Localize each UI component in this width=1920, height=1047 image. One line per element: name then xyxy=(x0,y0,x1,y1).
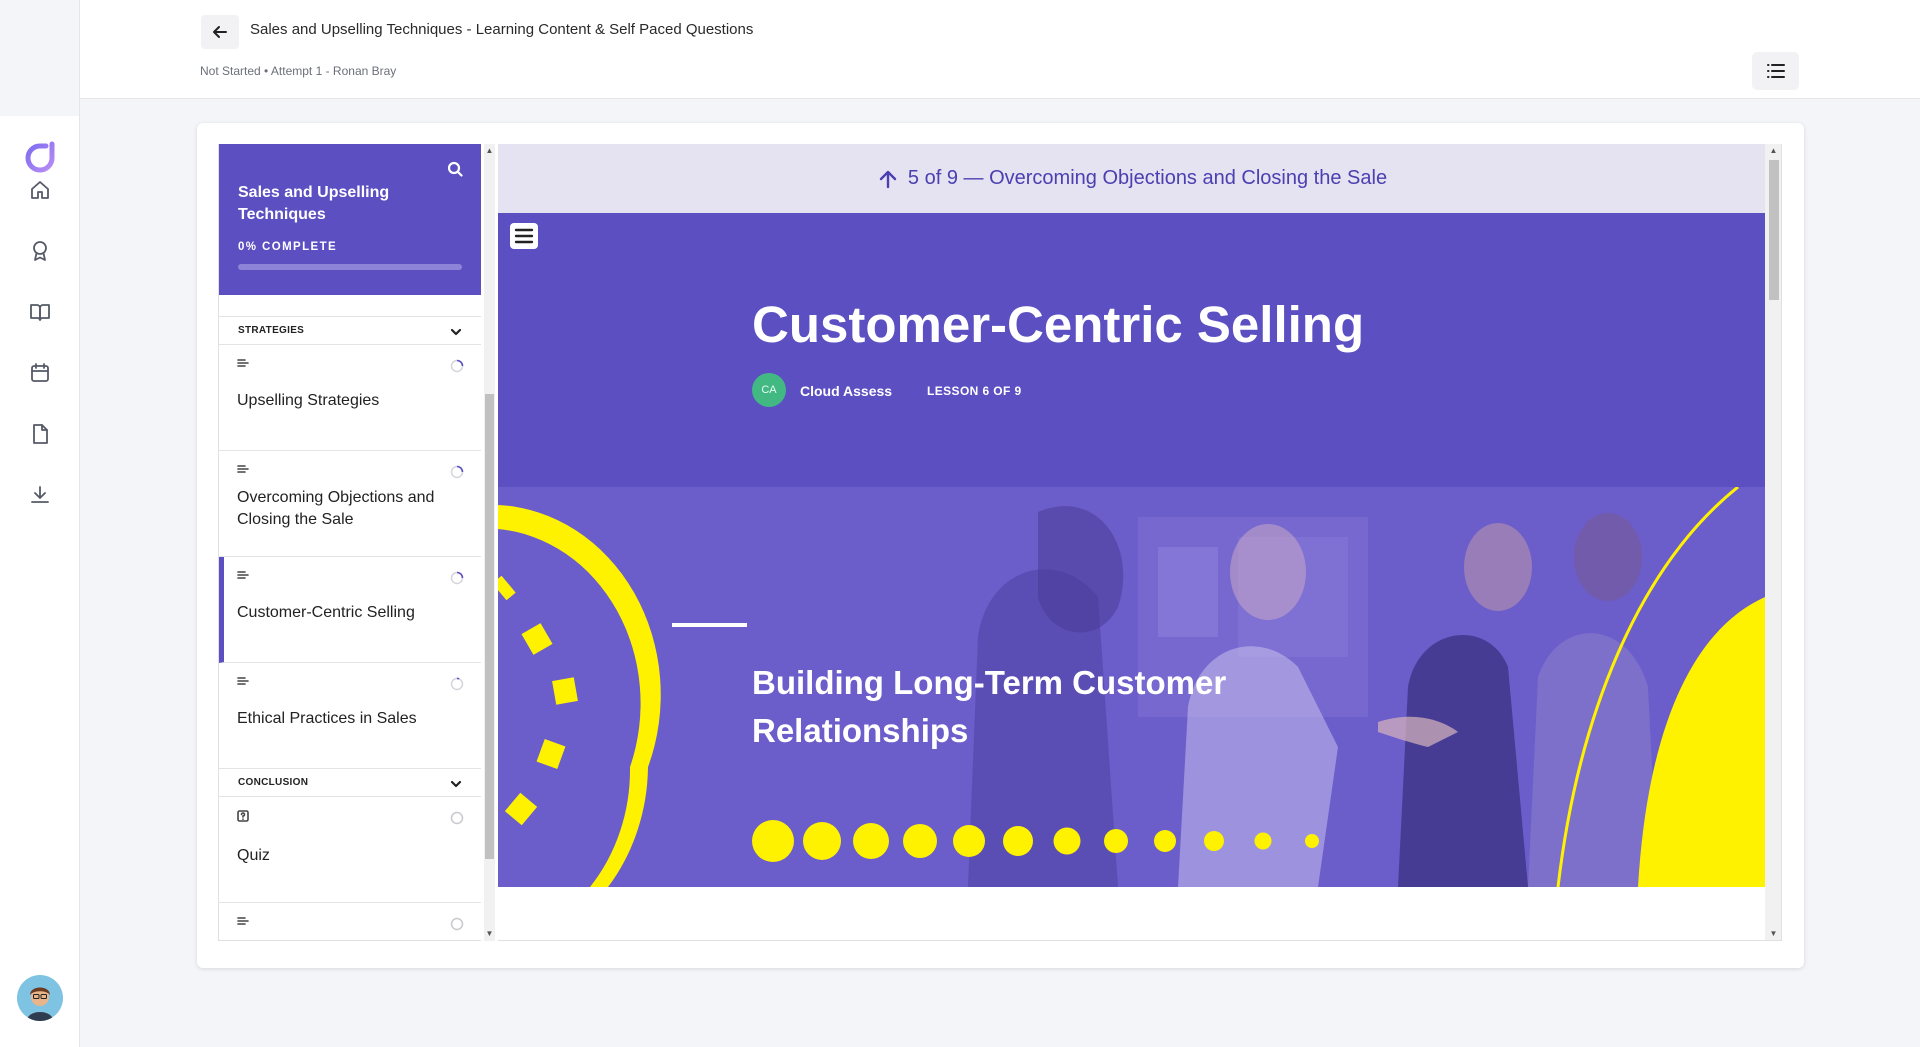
progress-ring-icon xyxy=(450,677,464,691)
list-icon xyxy=(1766,64,1785,78)
page-title: Sales and Upselling Techniques - Learnin… xyxy=(250,21,754,38)
course-header: Sales and Upselling Techniques 0% COMPLE… xyxy=(219,144,481,295)
text-lesson-icon xyxy=(237,357,249,369)
lesson-banner-image: Building Long-Term Customer Relationship… xyxy=(498,487,1765,887)
scroll-down-arrow[interactable]: ▼ xyxy=(1769,929,1778,939)
scroll-up-arrow[interactable]: ▲ xyxy=(485,146,494,156)
author-name: Cloud Assess xyxy=(800,383,893,399)
section-strategies[interactable]: STRATEGIES xyxy=(219,316,481,345)
section-conclusion[interactable]: CONCLUSION xyxy=(219,768,481,797)
arrow-left-icon xyxy=(213,26,227,38)
rail-top-spacer xyxy=(0,0,79,116)
book-icon[interactable] xyxy=(26,298,54,326)
progress-ring-icon xyxy=(450,571,464,585)
chevron-down-icon xyxy=(450,325,462,337)
lesson-hero: Customer-Centric Selling CA Cloud Assess… xyxy=(498,213,1765,487)
lesson-counter: LESSON 6 OF 9 xyxy=(927,384,1022,398)
section-label: CONCLUSION xyxy=(238,777,309,788)
lesson-item-quiz[interactable]: Quiz xyxy=(219,797,481,903)
progress-ring-icon xyxy=(450,465,464,479)
attempt-status: Not Started • Attempt 1 - Ronan Bray xyxy=(200,64,397,78)
progress-bar xyxy=(238,264,462,270)
banner-divider xyxy=(672,623,747,627)
lesson-title: Overcoming Objections and Closing the Sa… xyxy=(237,489,435,528)
lesson-title: Upselling Strategies xyxy=(237,392,380,409)
status-ring-icon xyxy=(450,811,464,825)
course-title: Sales and Upselling Techniques xyxy=(238,184,390,223)
lesson-item-next[interactable] xyxy=(219,903,481,940)
section-label: STRATEGIES xyxy=(238,325,305,336)
author-avatar: CA xyxy=(752,373,786,407)
text-lesson-icon xyxy=(237,569,249,581)
lesson-item-customer-centric-selling[interactable]: Customer-Centric Selling xyxy=(219,557,481,663)
lesson-item-upselling-strategies[interactable]: Upselling Strategies xyxy=(219,345,481,451)
progress-label: 0% COMPLETE xyxy=(238,241,338,253)
previous-lesson-link[interactable]: 5 of 9 — Overcoming Objections and Closi… xyxy=(498,144,1765,213)
outline-menu-button[interactable] xyxy=(1752,52,1799,90)
lesson-title: Customer-Centric Selling xyxy=(752,296,1365,353)
lesson-title: Ethical Practices in Sales xyxy=(237,710,417,727)
lesson-item-overcoming-objections[interactable]: Overcoming Objections and Closing the Sa… xyxy=(219,451,481,557)
user-avatar[interactable] xyxy=(17,975,63,1021)
scroll-up-arrow[interactable]: ▲ xyxy=(1769,146,1778,156)
scroll-down-arrow[interactable]: ▼ xyxy=(485,929,494,939)
nav-rail xyxy=(0,0,80,1047)
text-lesson-icon xyxy=(237,915,249,927)
chevron-down-icon xyxy=(450,777,462,789)
download-icon[interactable] xyxy=(26,481,54,509)
sidebar-scrollbar[interactable]: ▲ ▼ xyxy=(484,144,495,941)
previous-lesson-label: 5 of 9 — Overcoming Objections and Closi… xyxy=(907,167,1388,189)
page-header: Sales and Upselling Techniques - Learnin… xyxy=(80,0,1920,99)
scrollbar-thumb[interactable] xyxy=(1769,160,1779,300)
content-scrollbar[interactable]: ▲ ▼ xyxy=(1765,144,1781,940)
lesson-content: 5 of 9 — Overcoming Objections and Closi… xyxy=(498,144,1782,941)
quiz-icon xyxy=(237,809,249,822)
arrow-up-icon xyxy=(876,167,900,191)
document-icon[interactable] xyxy=(26,420,54,448)
calendar-icon[interactable] xyxy=(26,359,54,387)
lesson-title: Customer-Centric Selling xyxy=(237,604,415,621)
lesson-item-ethical-practices[interactable]: Ethical Practices in Sales xyxy=(219,663,481,769)
progress-ring-icon xyxy=(450,359,464,373)
course-sidebar: Sales and Upselling Techniques 0% COMPLE… xyxy=(218,144,481,941)
hamburger-menu-icon[interactable] xyxy=(510,223,538,249)
search-icon[interactable] xyxy=(444,158,466,180)
lesson-title: Quiz xyxy=(237,847,270,864)
app-logo-icon[interactable] xyxy=(22,138,58,174)
back-button[interactable] xyxy=(201,15,239,49)
text-lesson-icon xyxy=(237,675,249,687)
banner-heading: Building Long-Term Customer Relationship… xyxy=(752,664,1227,749)
home-icon[interactable] xyxy=(26,176,54,204)
text-lesson-icon xyxy=(237,463,249,475)
award-icon[interactable] xyxy=(26,237,54,265)
scrollbar-thumb[interactable] xyxy=(485,394,494,859)
status-ring-icon xyxy=(450,917,464,931)
